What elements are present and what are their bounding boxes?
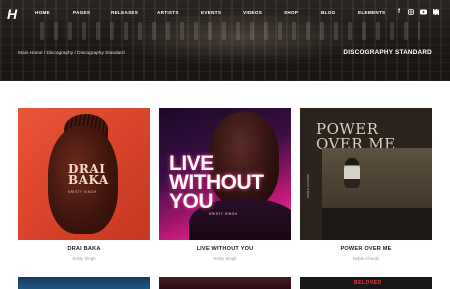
instagram-icon[interactable] (408, 9, 414, 15)
cover-artist: KRISTY SINGH (68, 190, 97, 194)
album-cover[interactable]: BELOVED (300, 277, 432, 289)
cover-title: BELOVED (354, 280, 382, 286)
social-links: f (396, 9, 446, 17)
cover-artist: NOBLE CHORDS (306, 173, 310, 198)
album-title[interactable]: DRAI BAKA (18, 246, 150, 252)
album-cover[interactable] (18, 277, 150, 289)
nav-home[interactable]: HOME (35, 10, 50, 15)
page-title: DISCOGRAPHY STANDARD (343, 49, 432, 56)
nav-elements[interactable]: ELEMENTS (358, 10, 385, 15)
cover-title: LIVE WITHOUT YOU (169, 152, 264, 213)
album-title[interactable]: LIVE WITHOUT YOU (159, 246, 291, 252)
nav-videos[interactable]: VIDEOS (243, 10, 262, 15)
album-cover[interactable]: POWER OVER ME NOBLE CHORDS (300, 108, 432, 240)
cover-photo (322, 148, 432, 214)
cover-title: DRAI BAKA (68, 162, 109, 187)
mixing-console-background (40, 22, 420, 40)
nav-releases[interactable]: RELEASES (111, 10, 138, 15)
nav-pages[interactable]: PAGES (73, 10, 90, 15)
cover-floor (322, 208, 432, 240)
nav-shop[interactable]: SHOP (284, 10, 298, 15)
nav-blog[interactable]: BLOG (321, 10, 335, 15)
page-hero: H HOME PAGES RELEASES ARTISTS EVENTS VID… (0, 0, 450, 81)
facebook-icon[interactable]: f (396, 9, 402, 15)
album-cover[interactable] (159, 277, 291, 289)
bandcamp-icon[interactable] (433, 9, 439, 15)
youtube-icon[interactable] (420, 9, 427, 15)
nav-artists[interactable]: ARTISTS (157, 10, 179, 15)
nav-events[interactable]: EVENTS (201, 10, 221, 15)
cover-artist: KRISTY SINGH (209, 212, 238, 216)
album-cover[interactable]: LIVE WITHOUT YOU KRISTY SINGH (159, 108, 291, 240)
album-cover[interactable]: DRAI BAKA KRISTY SINGH (18, 108, 150, 240)
main-nav: HOME PAGES RELEASES ARTISTS EVENTS VIDEO… (0, 10, 450, 20)
album-title[interactable]: POWER OVER ME (300, 246, 432, 252)
album-artist[interactable]: Kristy Singh (18, 256, 150, 261)
cover-figure (344, 158, 360, 188)
breadcrumb[interactable]: Main Home / Discography / Discography St… (18, 51, 125, 56)
album-artist[interactable]: Noble Chords (300, 256, 432, 261)
album-artist[interactable]: Kristy Singh (159, 256, 291, 261)
